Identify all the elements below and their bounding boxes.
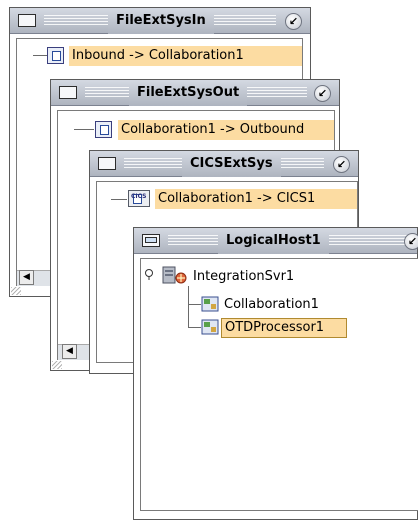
titlebar[interactable]: CICSExtSys ↙	[90, 151, 358, 177]
integration-server-label[interactable]: IntegrationSvr1	[193, 269, 294, 284]
integration-server-icon	[162, 266, 187, 284]
minimize-button[interactable]: ↙	[333, 156, 350, 173]
tree-node-collaboration1[interactable]: Collaboration1	[224, 297, 319, 312]
window-menu-icon[interactable]	[59, 86, 77, 99]
resize-grip-icon[interactable]	[11, 287, 21, 295]
tree-connector	[188, 304, 201, 305]
scroll-left-button[interactable]: ◀	[19, 270, 34, 285]
window-logicalhost1: LogicalHost1 ↙ IntegrationSvr1 Collabora…	[133, 227, 418, 520]
tree-panel: IntegrationSvr1 Collaboration1 OTDProces…	[140, 258, 418, 511]
cics-icon-label: CICS	[131, 193, 147, 200]
minimize-button[interactable]: ↙	[404, 233, 418, 250]
minimize-button[interactable]: ↙	[285, 13, 302, 30]
tree-connector	[33, 55, 47, 56]
monitor-icon[interactable]	[142, 234, 160, 247]
scroll-left-button[interactable]: ◀	[62, 344, 77, 359]
tree-connector	[74, 129, 94, 130]
window-menu-icon[interactable]	[18, 14, 36, 27]
tree-connector	[188, 327, 201, 328]
resize-grip-icon[interactable]	[52, 361, 62, 369]
tree-node-label[interactable]: Inbound -> Collaboration1	[69, 46, 302, 66]
otd-processor-icon	[201, 319, 219, 335]
tree-node-otdprocessor1[interactable]: OTDProcessor1	[221, 318, 347, 338]
window-title: FileExtSysIn	[108, 8, 214, 34]
expand-handle-icon[interactable]	[144, 268, 156, 280]
window-title: LogicalHost1	[218, 228, 329, 254]
window-title: CICSExtSys	[182, 151, 281, 177]
minimize-button[interactable]: ↙	[314, 85, 331, 102]
tree-node-label[interactable]: Collaboration1 -> CICS1	[155, 189, 357, 209]
file-document-icon	[95, 121, 112, 138]
window-title: FileExtSysOut	[129, 80, 248, 106]
tree-node-label[interactable]: Collaboration1 -> Outbound	[118, 120, 334, 140]
titlebar[interactable]: FileExtSysIn ↙	[10, 8, 310, 34]
collaboration-icon	[201, 296, 219, 312]
window-menu-icon[interactable]	[98, 157, 116, 170]
tree-connector	[111, 199, 127, 200]
titlebar[interactable]: LogicalHost1 ↙	[134, 228, 418, 254]
titlebar[interactable]: FileExtSysOut ↙	[51, 80, 339, 106]
tree-connector	[188, 286, 189, 328]
file-document-icon	[47, 47, 64, 64]
